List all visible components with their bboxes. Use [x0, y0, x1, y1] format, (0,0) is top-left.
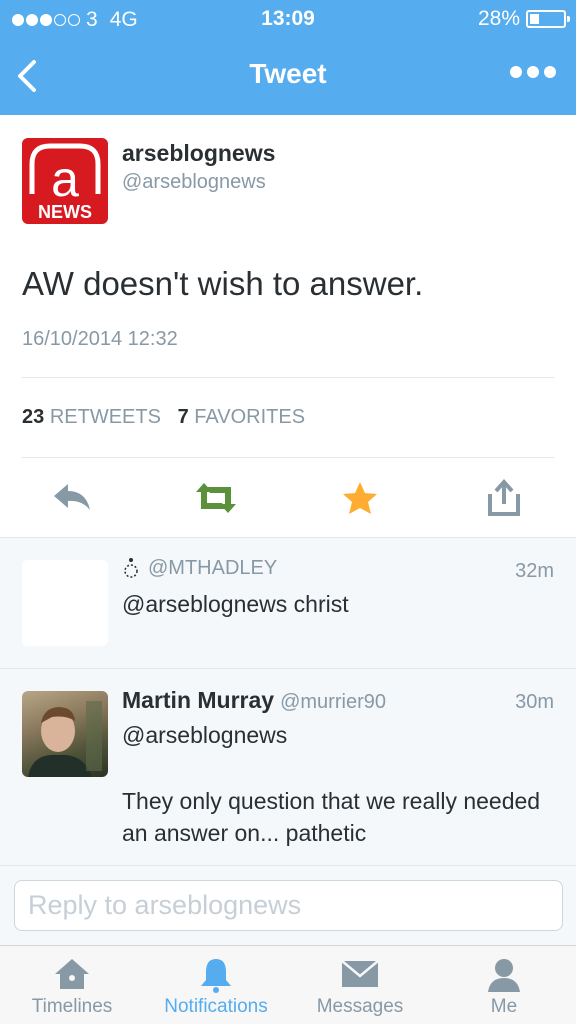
envelope-icon	[341, 960, 379, 987]
profile-photo	[28, 701, 102, 777]
reply-text: @arseblognews christ	[122, 591, 349, 617]
person-icon	[488, 959, 520, 992]
avatar[interactable]	[22, 691, 108, 777]
tweet-actions	[0, 478, 576, 518]
tab-timelines[interactable]: Timelines	[0, 946, 144, 1024]
battery-status: 28%	[477, 7, 570, 31]
more-dots-icon	[510, 66, 522, 78]
tab-label: Messages	[316, 996, 404, 1017]
reply-text: They only question that we really needed…	[122, 788, 541, 846]
more-button[interactable]	[510, 66, 556, 78]
page-title: Tweet	[249, 58, 327, 89]
favorite-button[interactable]	[340, 478, 384, 518]
divider	[22, 457, 554, 458]
share-button[interactable]	[484, 478, 528, 518]
tab-label: Notifications	[164, 996, 268, 1017]
battery-percent: 28%	[477, 7, 520, 30]
retweet-button[interactable]	[192, 478, 236, 518]
reply-item[interactable]: Martin Murray @murrier90 30m @arseblognew…	[0, 668, 576, 865]
tweet-text: AW doesn't wish to answer.	[22, 265, 424, 302]
retweet-icon	[196, 483, 236, 513]
tab-messages[interactable]: Messages	[288, 946, 432, 1024]
reply-handle[interactable]: @MTHADLEY	[148, 557, 277, 580]
svg-text:a: a	[51, 151, 79, 207]
tweet-timestamp: 16/10/2014 12:32	[22, 328, 178, 350]
tweet-detail: a NEWS arseblognews @arseblognews AW doe…	[0, 115, 576, 537]
home-icon	[55, 959, 89, 989]
reply-item[interactable]: @MTHADLEY 32m @arseblognews christ	[0, 537, 576, 668]
navigation-bar: Tweet	[0, 40, 576, 115]
svg-text:NEWS: NEWS	[38, 202, 92, 222]
bell-icon	[201, 959, 231, 993]
reply-mention: @arseblognews	[122, 722, 288, 748]
favorite-star-icon	[343, 482, 377, 514]
author-name[interactable]: arseblognews	[122, 140, 275, 167]
reply-button[interactable]	[50, 478, 94, 518]
tab-me[interactable]: Me	[432, 946, 576, 1024]
avatar[interactable]: a NEWS	[22, 138, 108, 224]
tab-label: Timelines	[31, 996, 113, 1017]
reply-time: 32m	[515, 560, 554, 582]
retweets-stat[interactable]: 23 RETWEETS	[22, 406, 161, 428]
status-bar: 3 4G 13:09 28%	[0, 0, 576, 40]
reply-author-name[interactable]: Martin Murray	[122, 687, 274, 713]
verified-dots-icon	[124, 558, 138, 578]
share-icon	[488, 478, 520, 516]
battery-icon	[526, 10, 570, 28]
reply-icon	[54, 484, 90, 510]
author-handle[interactable]: @arseblognews	[122, 171, 266, 194]
favorites-stat[interactable]: 7 FAVORITES	[178, 406, 305, 428]
tweet-stats: 23 RETWEETS 7 FAVORITES	[22, 406, 305, 429]
reply-bar	[0, 865, 576, 945]
tab-label: Me	[490, 996, 518, 1017]
reply-time: 30m	[515, 691, 554, 713]
avatar[interactable]	[22, 560, 108, 646]
arseblognews-logo: a NEWS	[29, 143, 101, 222]
divider	[22, 377, 554, 378]
reply-handle[interactable]: @murrier90	[280, 691, 386, 713]
tab-bar: Timelines Notifications Messages Me	[0, 945, 576, 1024]
reply-input[interactable]	[14, 880, 563, 931]
tab-notifications[interactable]: Notifications	[144, 946, 288, 1024]
